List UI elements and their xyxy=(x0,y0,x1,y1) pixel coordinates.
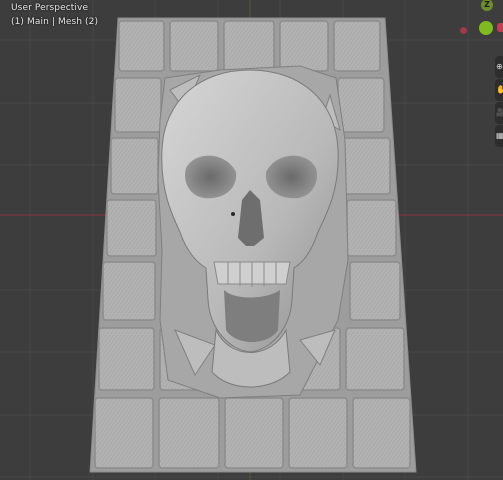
zoom-icon[interactable]: ⊕ xyxy=(495,56,503,78)
gizmo-x-axis[interactable] xyxy=(497,23,503,32)
hand-pan-icon[interactable]: ✋ xyxy=(495,79,503,101)
viewport-scene[interactable] xyxy=(0,0,503,480)
gizmo-y-axis[interactable] xyxy=(479,21,493,35)
3d-viewport[interactable]: User Perspective (1) Main | Mesh (2) Z ⊕… xyxy=(0,0,503,480)
perspective-toggle-icon[interactable]: ▦ xyxy=(495,125,503,147)
navigation-gizmo[interactable]: Z xyxy=(450,0,503,50)
viewport-nav-tools: ⊕ ✋ 🎥 ▦ xyxy=(495,56,503,148)
viewport-title: User Perspective xyxy=(11,3,89,13)
collection-info: (1) Main | Mesh (2) xyxy=(11,17,99,27)
gizmo-z-axis[interactable]: Z xyxy=(481,0,493,11)
camera-view-icon[interactable]: 🎥 xyxy=(495,102,503,124)
gizmo-neg-x-axis[interactable] xyxy=(460,27,467,34)
